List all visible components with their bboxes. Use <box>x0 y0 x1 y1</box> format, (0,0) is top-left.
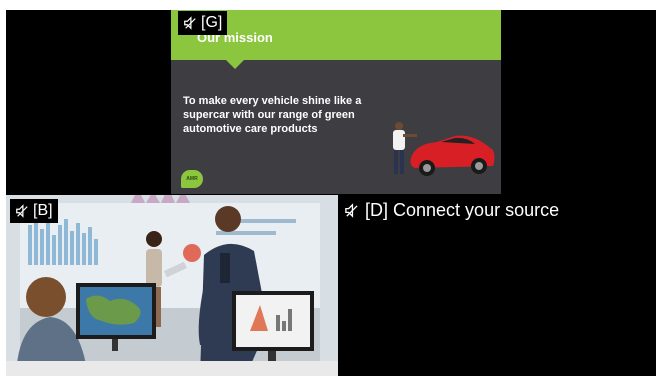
tile-g-tag: [G] <box>201 14 223 31</box>
video-grid: Our mission To make every vehicle shine … <box>6 10 656 376</box>
car-cleaning-photo <box>393 122 495 176</box>
slide-logo: AMR <box>181 170 203 188</box>
tile-b-label: [B] <box>10 199 58 223</box>
speaker-muted-icon <box>16 204 28 218</box>
slide-body-text: To make every vehicle shine like a super… <box>183 95 362 135</box>
tile-g-label: [G] <box>178 11 228 35</box>
tile-d-tag: [D] <box>365 200 389 220</box>
speaker-muted-icon <box>184 16 196 30</box>
tile-g-slide[interactable]: Our mission To make every vehicle shine … <box>171 10 501 194</box>
tile-d-placeholder[interactable]: [D] Connect your source <box>344 200 559 221</box>
slide-header-notch <box>226 60 244 69</box>
tile-b-tag: [B] <box>33 202 53 219</box>
speaker-muted-icon <box>345 203 358 218</box>
connect-source-message: Connect your source <box>393 200 560 220</box>
